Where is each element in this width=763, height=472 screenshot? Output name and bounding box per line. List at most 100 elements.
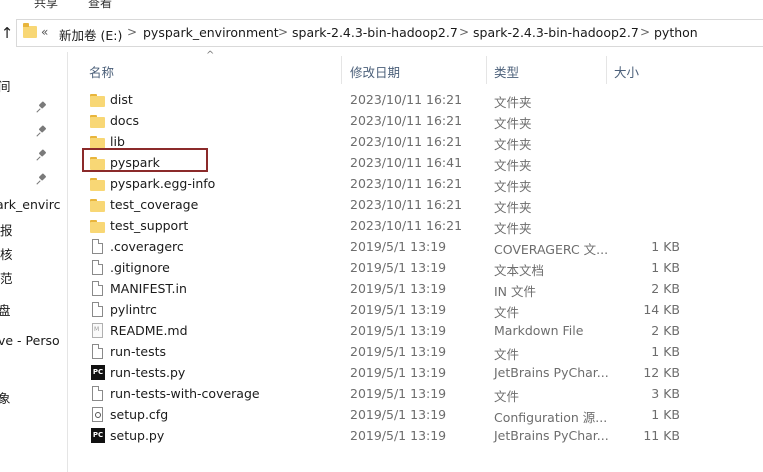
column-type[interactable]: 类型 (494, 62, 519, 81)
file-size: 2 KB (651, 281, 680, 296)
pin-icon (37, 126, 47, 138)
file-type: 文件夹 (494, 179, 532, 194)
file-type: Markdown File (494, 323, 584, 338)
address-row: ↑ « 新加卷 (E:) > pyspark_environment > spa… (0, 14, 763, 52)
file-modified: 2023/10/11 16:21 (350, 113, 463, 128)
breadcrumb-separator[interactable]: > (127, 25, 137, 39)
file-icon (92, 386, 103, 401)
pin-icon (37, 174, 47, 186)
breadcrumb-spark-outer[interactable]: spark-2.4.3-bin-hadoop2.7 (292, 25, 458, 40)
ribbon-tab-share[interactable]: 共享 (34, 0, 58, 10)
file-row[interactable]: docs 2023/10/11 16:21 文件夹 (76, 110, 763, 131)
file-type: COVERAGERC 文... (494, 242, 609, 257)
overflow-chevrons-icon[interactable]: « (41, 25, 48, 39)
text-file-icon (92, 260, 103, 275)
breadcrumb-pyspark-environment[interactable]: pyspark_environment (143, 25, 279, 40)
file-size: 1 KB (651, 344, 680, 359)
file-name: run-tests-with-coverage (110, 386, 260, 401)
column-divider[interactable] (606, 56, 607, 84)
ribbon-tabs: 共享 查看 (0, 0, 763, 10)
column-divider[interactable] (341, 56, 342, 84)
folder-icon (90, 176, 105, 191)
folder-icon (90, 113, 105, 128)
file-modified: 2019/5/1 13:19 (350, 407, 447, 422)
nav-item[interactable]: ark_envirc (0, 197, 61, 212)
breadcrumb-drive[interactable]: 新加卷 (E:) (59, 25, 122, 44)
file-row[interactable]: setup.cfg 2019/5/1 13:19 Configuration 源… (76, 404, 763, 425)
file-type: 文件 (494, 347, 520, 362)
file-modified: 2023/10/11 16:41 (350, 155, 463, 170)
file-icon (92, 281, 103, 296)
file-modified: 2023/10/11 16:21 (350, 92, 463, 107)
file-type: 文件夹 (494, 116, 532, 131)
file-size: 12 KB (643, 365, 680, 380)
file-size: 2 KB (651, 323, 680, 338)
file-type: 文件夹 (494, 137, 532, 152)
file-type: JetBrains PyChar... (494, 365, 609, 380)
nav-item[interactable]: 盘 (0, 300, 11, 319)
nav-item[interactable]: 范 (0, 268, 13, 287)
file-type: 文件夹 (494, 95, 532, 110)
folder-icon (23, 23, 37, 38)
file-name: setup.cfg (110, 407, 169, 422)
nav-item[interactable]: 间 (0, 76, 11, 95)
column-modified[interactable]: 修改日期 (350, 62, 400, 81)
file-name: pylintrc (110, 302, 157, 317)
file-row[interactable]: .gitignore 2019/5/1 13:19 文本文档 1 KB (76, 257, 763, 278)
pycharm-file-icon: PC (91, 428, 105, 443)
file-row[interactable]: PC setup.py 2019/5/1 13:19 JetBrains PyC… (76, 425, 763, 446)
column-name[interactable]: 名称 (89, 62, 114, 81)
nav-item[interactable]: 报 (0, 220, 13, 239)
file-type: 文件夹 (494, 158, 532, 173)
breadcrumb-python[interactable]: python (654, 25, 698, 40)
file-size: 3 KB (651, 386, 680, 401)
file-row[interactable]: PC run-tests.py 2019/5/1 13:19 JetBrains… (76, 362, 763, 383)
up-arrow-icon[interactable]: ↑ (0, 23, 14, 43)
file-row[interactable]: dist 2023/10/11 16:21 文件夹 (76, 89, 763, 110)
file-row[interactable]: pyspark.egg-info 2023/10/11 16:21 文件夹 (76, 173, 763, 194)
file-name: lib (110, 134, 125, 149)
config-file-icon (92, 407, 103, 422)
file-modified: 2019/5/1 13:19 (350, 239, 447, 254)
file-modified: 2023/10/11 16:21 (350, 218, 463, 233)
file-row[interactable]: pylintrc 2019/5/1 13:19 文件 14 KB (76, 299, 763, 320)
ribbon-tab-view[interactable]: 查看 (88, 0, 112, 10)
file-row[interactable]: run-tests 2019/5/1 13:19 文件 1 KB (76, 341, 763, 362)
file-row[interactable]: MANIFEST.in 2019/5/1 13:19 IN 文件 2 KB (76, 278, 763, 299)
file-name: test_support (110, 218, 189, 233)
file-type: Configuration 源... (494, 410, 608, 425)
address-bar[interactable]: « 新加卷 (E:) > pyspark_environment > spark… (16, 19, 763, 47)
file-name: pyspark (110, 155, 160, 170)
file-row[interactable]: README.md 2019/5/1 13:19 Markdown File 2… (76, 320, 763, 341)
file-size: 14 KB (643, 302, 680, 317)
folder-icon (90, 218, 105, 233)
file-name: docs (110, 113, 139, 128)
file-row[interactable]: test_support 2023/10/11 16:21 文件夹 (76, 215, 763, 236)
folder-icon (90, 197, 105, 212)
column-divider[interactable] (486, 56, 487, 84)
file-row[interactable]: test_coverage 2023/10/11 16:21 文件夹 (76, 194, 763, 215)
file-type: JetBrains PyChar... (494, 428, 609, 443)
breadcrumb-separator[interactable]: > (640, 25, 650, 39)
breadcrumb-separator[interactable]: > (278, 25, 288, 39)
file-type: 文件 (494, 389, 520, 404)
nav-item[interactable]: 象 (0, 388, 11, 407)
breadcrumb-spark-inner[interactable]: spark-2.4.3-bin-hadoop2.7 (473, 25, 639, 40)
sort-ascending-icon: ^ (206, 50, 215, 61)
file-name: .coveragerc (110, 239, 184, 254)
file-modified: 2019/5/1 13:19 (350, 344, 447, 359)
file-name: run-tests (110, 344, 167, 359)
column-header: ^ 名称 修改日期 类型 大小 (76, 50, 763, 86)
column-size[interactable]: 大小 (614, 62, 639, 81)
file-row[interactable]: lib 2023/10/11 16:21 文件夹 (76, 131, 763, 152)
breadcrumb-separator[interactable]: > (459, 25, 469, 39)
file-row[interactable]: run-tests-with-coverage 2019/5/1 13:19 文… (76, 383, 763, 404)
file-row[interactable]: pyspark 2023/10/11 16:41 文件夹 (76, 152, 763, 173)
file-modified: 2019/5/1 13:19 (350, 365, 447, 380)
file-type: 文件夹 (494, 200, 532, 215)
file-row[interactable]: .coveragerc 2019/5/1 13:19 COVERAGERC 文.… (76, 236, 763, 257)
nav-item[interactable]: 核 (0, 244, 13, 263)
file-modified: 2023/10/11 16:21 (350, 197, 463, 212)
nav-item[interactable]: ve - Perso (0, 333, 60, 348)
file-size: 11 KB (643, 428, 680, 443)
